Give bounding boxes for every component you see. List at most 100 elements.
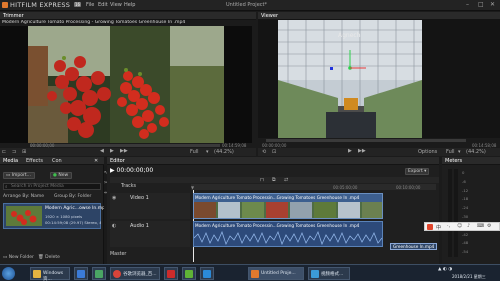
tab-trimmer[interactable]: Trimmer <box>3 13 24 19</box>
out-point-icon[interactable]: ⊐ <box>12 149 16 155</box>
ripple-icon[interactable]: ⇄ <box>284 177 288 183</box>
in-point-icon[interactable]: ⊏ <box>2 149 6 155</box>
editor-toolbar: ⊓ ⧉ ⇄ <box>110 177 439 183</box>
task-item-explorer[interactable]: Windows 资... <box>30 267 70 281</box>
group-by-dropdown[interactable]: Group By: Folder <box>54 194 91 199</box>
export-button[interactable]: Export ▾ <box>405 168 430 175</box>
close-icon[interactable]: ✕ <box>490 1 495 8</box>
menu-view[interactable]: View <box>110 2 122 8</box>
trimmer-zoom-label[interactable]: Full <box>190 149 199 155</box>
new-button[interactable]: ● New <box>50 172 72 179</box>
snap-icon[interactable]: ⊓ <box>260 177 264 183</box>
search-input[interactable]: ⌕ Search in Project Media <box>3 183 101 190</box>
video-clip[interactable]: Modern Agriculture Tomato Processin...Gr… <box>193 193 383 219</box>
media-panel: Media Effects Con ✕ ▭ Import... ● New ⌕ … <box>0 157 108 264</box>
audio-track-header: ◐ Audio 1 <box>110 221 190 247</box>
viewer-controls: ⟲ ⊡ ▶ ▶▶ Options Full ▾ (44.2%) <box>258 148 500 156</box>
version-badge: 16 <box>74 2 82 7</box>
viewer-preview[interactable]: Agnech <box>278 20 422 138</box>
viewer-step-forward-icon[interactable]: ▶▶ <box>358 148 366 154</box>
hitfilm-logo-icon <box>2 2 8 8</box>
audio-clip[interactable]: Modern Agriculture Tomato Processin...Gr… <box>193 221 383 247</box>
tab-effects[interactable]: Effects <box>26 158 43 164</box>
viewer-options[interactable]: Options <box>418 149 437 155</box>
folder-icon <box>33 270 41 278</box>
viewer-scrub-bar[interactable] <box>258 138 500 143</box>
menu-file[interactable]: File <box>86 2 94 8</box>
task-item-wechat[interactable] <box>182 267 196 280</box>
media-item-resolution: 1920 × 1080 pixels <box>45 214 83 219</box>
ime-settings-icon[interactable]: ⚙ <box>487 223 491 229</box>
editor-panel: Editor ▶ 00:00:00;00 Export ▾ ⊓ ⧉ ⇄ Trac… <box>107 157 439 264</box>
new-folder-button[interactable]: ▭ New Folder <box>3 255 34 260</box>
title-bar: HITFILM EXPRESS 16 File Edit View Help U… <box>0 0 500 11</box>
task-item-hitfilm[interactable]: Untitled Proje... <box>248 267 304 280</box>
app-logo: HITFILM EXPRESS <box>10 1 71 9</box>
eye-icon[interactable]: ◉ <box>112 195 116 201</box>
insert-icon[interactable]: ⊞ <box>22 149 26 155</box>
link-icon[interactable]: ⧉ <box>272 177 276 183</box>
ruler-mark-5min: 00:05:00;00 <box>333 185 358 190</box>
step-back-icon[interactable]: ◀ <box>100 148 104 154</box>
step-forward-icon[interactable]: ▶▶ <box>120 148 128 154</box>
chevron-down-icon[interactable]: ▾ <box>206 149 209 155</box>
tray-time: ▲ ◐ ◑ <box>438 267 453 272</box>
arrange-by-dropdown[interactable]: Arrange By: Name <box>3 194 44 199</box>
tab-media[interactable]: Media <box>3 158 18 164</box>
tab-viewer[interactable]: Viewer <box>261 13 278 19</box>
video-track-label: Video 1 <box>130 195 149 201</box>
app-icon <box>203 270 211 278</box>
windows-start-icon[interactable] <box>2 267 15 280</box>
import-button[interactable]: ▭ Import... <box>3 172 35 179</box>
task-item-app5[interactable] <box>164 267 178 280</box>
ime-toolbar[interactable]: 中 ·, ☺ ♪ ⌨ ⚙ <box>424 222 500 231</box>
media-item[interactable]: Modern Agric...owse In.mp4 1920 × 1080 p… <box>3 203 108 229</box>
chrome-icon <box>113 270 121 278</box>
ime-mode[interactable]: 中 <box>436 224 441 231</box>
tray-date: 2018/2/21 星期三 <box>452 274 486 279</box>
menu-help[interactable]: Help <box>124 2 135 8</box>
viewer-header: Viewer <box>258 12 500 20</box>
task-item-app3[interactable] <box>92 267 106 280</box>
close-icon[interactable]: ✕ <box>94 158 98 164</box>
audio-waveform <box>194 230 382 246</box>
tab-editor[interactable]: Editor <box>110 158 125 164</box>
tab-meters[interactable]: Meters <box>445 158 462 164</box>
speaker-icon[interactable]: ◐ <box>112 223 116 229</box>
ime-punct-icon[interactable]: ·, <box>447 223 450 229</box>
video-clip-thumbnails <box>194 202 382 218</box>
ime-emoji-icon[interactable]: ☺ <box>457 223 462 229</box>
task-item-app2[interactable] <box>74 267 88 280</box>
tab-controls[interactable]: Con <box>52 158 62 164</box>
audio-clip-title: Modern Agriculture Tomato Processin...Gr… <box>195 223 360 228</box>
ime-mic-icon[interactable]: ♪ <box>467 223 470 229</box>
viewer-zoom-label[interactable]: Full <box>446 149 455 155</box>
viewer-snap-icon[interactable]: ⊡ <box>272 149 276 155</box>
task-item-app7[interactable] <box>200 267 214 280</box>
trimmer-preview[interactable] <box>0 26 252 143</box>
hitfilm-icon <box>251 270 259 278</box>
video-track-header: ◉ Video 1 <box>110 193 190 219</box>
meter-scale: 0-6-12 -18-24-30 -36-42-48 -54 <box>462 170 469 255</box>
app-icon <box>77 270 85 278</box>
ime-keyboard-icon[interactable]: ⌨ <box>477 223 484 229</box>
chevron-down-icon[interactable]: ▾ <box>458 149 461 155</box>
meter-bar-right <box>454 169 458 257</box>
ime-logo-icon <box>427 224 433 230</box>
viewer-loop-icon[interactable]: ⟲ <box>262 149 266 155</box>
chevron-down-icon: ▾ <box>422 169 427 174</box>
maximize-icon[interactable]: □ <box>478 1 484 8</box>
wechat-icon <box>185 270 193 278</box>
viewer-play-button[interactable]: ▶ <box>348 148 352 154</box>
timeline-ruler[interactable]: ▼ 00:05:00;00 00:10:00;00 <box>191 184 436 190</box>
viewer-overlay-text: Agnech <box>338 32 361 39</box>
window-title: Untitled Project* <box>226 2 267 8</box>
media-thumbnail <box>6 206 42 226</box>
play-button[interactable]: ▶ <box>110 148 114 154</box>
task-item-video-format[interactable]: 视频格式... <box>308 267 350 280</box>
editor-header: Editor <box>107 157 439 165</box>
menu-edit[interactable]: Edit <box>98 2 108 8</box>
minimize-icon[interactable]: – <box>466 1 469 8</box>
delete-button[interactable]: 🗑 Delete <box>38 255 60 260</box>
task-item-browser[interactable]: 谷歌浏览器_百... <box>110 267 160 280</box>
